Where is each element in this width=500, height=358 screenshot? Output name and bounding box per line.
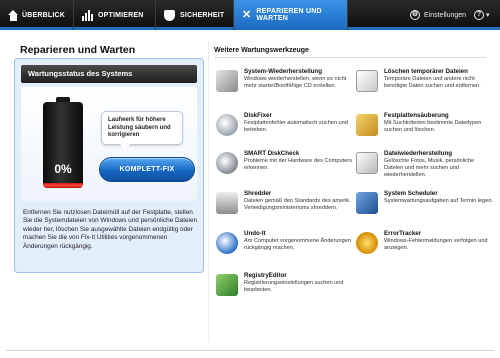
tool-description: Systemwartungsaufgaben auf Termin legen. xyxy=(384,198,494,204)
tab-overview[interactable]: ÜBERBLICK xyxy=(0,0,74,30)
tool-name[interactable]: RegistryEditor xyxy=(244,272,354,279)
tab-label: ÜBERBLICK xyxy=(21,11,65,19)
battery-gauge: 0% xyxy=(43,97,83,193)
panel-divider xyxy=(208,42,209,342)
tool-item[interactable]: Undo-It Am Computer vorgenommene Änderung… xyxy=(216,230,352,270)
home-icon xyxy=(8,9,18,21)
tool-item[interactable]: System-Wiederherstellung Windows wiederhe… xyxy=(216,68,352,108)
scheduler-icon xyxy=(356,192,378,214)
tool-description: Mit Suchkriterien bestimmte Dateitypen s… xyxy=(384,120,482,133)
tool-name[interactable]: Undo-It xyxy=(244,230,354,237)
tools-icon: ✕ xyxy=(242,8,252,21)
undo-icon xyxy=(216,232,238,254)
complete-fix-button[interactable]: KOMPLETT-FIX xyxy=(99,157,195,182)
status-inner-box: 0% Laufwerk für höhere Leistung säubern … xyxy=(21,87,197,201)
settings-button[interactable]: ⚙ Einstellungen xyxy=(410,0,466,30)
tool-item[interactable]: SMART DiskCheck Probleme mit der Hardware… xyxy=(216,150,352,190)
maintenance-status-panel: Wartungsstatus des Systems 0% Laufwerk f… xyxy=(14,58,204,273)
gear-icon: ⚙ xyxy=(410,10,420,20)
disk-cleanup-icon xyxy=(356,114,378,136)
tool-description: Registrierungseinstellungen suchen und b… xyxy=(244,280,344,293)
tool-name[interactable]: Festplattensäuberung xyxy=(384,112,494,119)
tool-description: Am Computer vorgenommene Änderungen rück… xyxy=(244,238,351,251)
bottom-divider xyxy=(6,350,494,351)
tools-section-title: Weitere Wartungswerkzeuge xyxy=(214,47,309,54)
info-bubble: Laufwerk für höhere Leistung säubern und… xyxy=(101,111,183,150)
app-window: ÜBERBLICK OPTIMIEREN SICHERHEIT ✕ REPARI… xyxy=(0,0,500,358)
battery-level-fill xyxy=(43,183,83,188)
tab-label: OPTIMIEREN xyxy=(98,11,144,19)
tools-divider xyxy=(214,57,486,58)
tool-description: Gelöschte Fotos, Musik, persönliche Date… xyxy=(384,158,475,178)
battery-percent: 0% xyxy=(54,162,72,176)
system-restore-icon xyxy=(216,70,238,92)
tab-repair-maintain[interactable]: ✕ REPARIEREN UND WARTEN xyxy=(234,0,348,30)
tool-description: Festplattenfehler automatisch suchen und… xyxy=(244,120,348,133)
help-button[interactable]: ? ▾ xyxy=(474,0,490,30)
battery-body: 0% xyxy=(43,102,83,188)
tool-item[interactable]: Dateiwiederherstellung Gelöschte Fotos, M… xyxy=(356,150,492,190)
tool-item[interactable]: Festplattensäuberung Mit Suchkriterien be… xyxy=(356,112,492,152)
error-tracker-icon xyxy=(356,232,378,254)
shield-icon xyxy=(164,9,175,21)
tool-name[interactable]: DiskFixer xyxy=(244,112,354,119)
tool-item[interactable]: RegistryEditor Registrierungseinstellunge… xyxy=(216,272,352,312)
bar-chart-icon xyxy=(82,9,93,21)
tool-name[interactable]: Löschen temporärer Dateien xyxy=(384,68,494,75)
disk-fixer-icon xyxy=(216,114,238,136)
tab-label: REPARIEREN UND WARTEN xyxy=(256,8,322,22)
chevron-down-icon: ▾ xyxy=(486,12,490,19)
tool-name[interactable]: SMART DiskCheck xyxy=(244,150,354,157)
tool-item[interactable]: System Scheduler Systemwartungsaufgaben a… xyxy=(356,190,494,230)
tab-security[interactable]: SICHERHEIT xyxy=(156,0,234,30)
registry-editor-icon xyxy=(216,274,238,296)
tool-name[interactable]: ErrorTracker xyxy=(384,230,494,237)
file-recovery-icon xyxy=(356,152,378,174)
status-panel-header: Wartungsstatus des Systems xyxy=(21,65,197,83)
tool-name[interactable]: System Scheduler xyxy=(384,190,494,197)
tool-item[interactable]: Shredder Dateien gemäß den Standards des … xyxy=(216,190,352,230)
tool-description: Dateien gemäß den Standards des amerik. … xyxy=(244,198,351,211)
shredder-icon xyxy=(216,192,238,214)
tool-description: Windows wiederherstellen, wenn es nicht … xyxy=(244,76,347,89)
tool-name[interactable]: System-Wiederherstellung xyxy=(244,68,354,75)
status-description: Entfernen Sie nutzlosen Dateimüll auf de… xyxy=(23,209,198,250)
settings-label: Einstellungen xyxy=(424,11,467,19)
tool-description: Probleme mit der Hardware des Computers … xyxy=(244,158,352,171)
tool-item[interactable]: ErrorTracker Windows-Fehlermeldungen verf… xyxy=(356,230,492,270)
tool-item[interactable]: Löschen temporärer Dateien Temporäre Date… xyxy=(356,68,492,108)
help-icon: ? xyxy=(474,10,484,20)
tool-description: Temporäre Dateien und andere nicht benöt… xyxy=(384,76,481,89)
top-navigation-bar: ÜBERBLICK OPTIMIEREN SICHERHEIT ✕ REPARI… xyxy=(0,0,500,30)
tab-label: SICHERHEIT xyxy=(180,11,225,19)
tool-item[interactable]: DiskFixer Festplattenfehler automatisch s… xyxy=(216,112,352,152)
tab-optimize[interactable]: OPTIMIEREN xyxy=(74,0,156,30)
tool-name[interactable]: Shredder xyxy=(244,190,354,197)
tool-description: Windows-Fehlermeldungen verfolgen und an… xyxy=(384,238,488,251)
tool-name[interactable]: Dateiwiederherstellung xyxy=(384,150,494,157)
temp-files-icon xyxy=(356,70,378,92)
smart-diskcheck-icon xyxy=(216,152,238,174)
page-title: Reparieren und Warten xyxy=(20,44,136,56)
